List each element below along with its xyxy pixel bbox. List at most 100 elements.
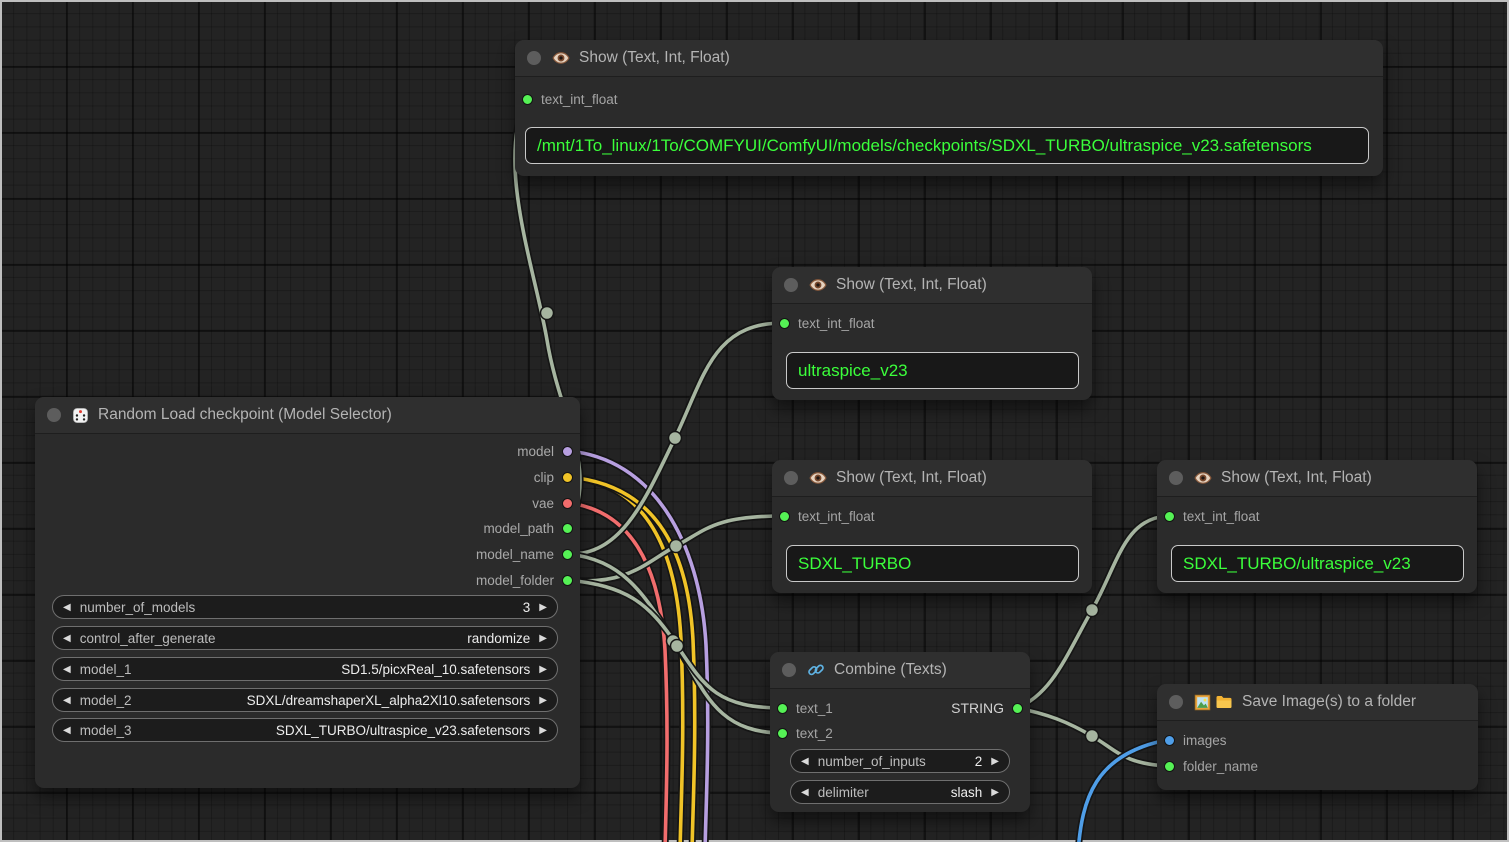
node-graph-canvas[interactable]: Show (Text, Int, Float) text_int_float /…: [0, 0, 1509, 842]
input-port-text-int-float: text_int_float: [522, 89, 618, 109]
output-dot[interactable]: [562, 575, 573, 586]
right-arrow-icon[interactable]: ▶: [539, 602, 547, 613]
eye-icon: [809, 469, 827, 487]
right-arrow-icon[interactable]: ▶: [539, 664, 547, 675]
input-dot[interactable]: [1164, 511, 1175, 522]
link-midpoint-dot[interactable]: [671, 640, 684, 653]
collapse-dot[interactable]: [1169, 695, 1183, 709]
right-arrow-icon[interactable]: ▶: [991, 787, 999, 798]
node-title: Show (Text, Int, Float): [836, 469, 987, 487]
show-value-box[interactable]: ultraspice_v23: [786, 352, 1079, 389]
input-dot[interactable]: [1164, 735, 1175, 746]
node-show-name-titlebar[interactable]: Show (Text, Int, Float): [772, 267, 1092, 304]
output-port-model-path: model_path: [483, 518, 573, 538]
widget-label: delimiter: [818, 785, 869, 800]
output-label: model: [517, 444, 554, 459]
link-midpoint-dot[interactable]: [1086, 730, 1099, 743]
widget-value: SDXL/dreamshaperXL_alpha2Xl10.safetensor…: [247, 693, 531, 708]
output-port-vae: vae: [532, 493, 573, 513]
output-dot[interactable]: [562, 549, 573, 560]
widget-control-after-generate[interactable]: ◀ control_after_generate randomize ▶: [52, 626, 558, 650]
show-value-text: SDXL_TURBO/ultraspice_v23: [1183, 554, 1411, 574]
show-value-box[interactable]: SDXL_TURBO: [786, 545, 1079, 582]
input-dot[interactable]: [777, 703, 788, 714]
output-dot[interactable]: [1012, 703, 1023, 714]
collapse-dot[interactable]: [47, 408, 61, 422]
collapse-dot[interactable]: [527, 51, 541, 65]
node-show-path[interactable]: Show (Text, Int, Float) text_int_float /…: [515, 40, 1383, 176]
node-title: Show (Text, Int, Float): [1221, 469, 1372, 487]
output-dot[interactable]: [562, 472, 573, 483]
output-dot[interactable]: [562, 498, 573, 509]
output-port-model-folder: model_folder: [476, 570, 573, 590]
input-dot[interactable]: [779, 318, 790, 329]
show-value-text: /mnt/1To_linux/1To/COMFYUI/ComfyUI/model…: [537, 136, 1312, 156]
node-title: Combine (Texts): [834, 661, 947, 679]
left-arrow-icon[interactable]: ◀: [63, 602, 71, 613]
right-arrow-icon[interactable]: ▶: [539, 695, 547, 706]
collapse-dot[interactable]: [782, 663, 796, 677]
node-show-path-titlebar[interactable]: Show (Text, Int, Float): [515, 40, 1383, 77]
node-title: Random Load checkpoint (Model Selector): [98, 406, 392, 424]
right-arrow-icon[interactable]: ▶: [539, 725, 547, 736]
show-value-box[interactable]: /mnt/1To_linux/1To/COMFYUI/ComfyUI/model…: [525, 127, 1369, 164]
widget-number-of-models[interactable]: ◀ number_of_models 3 ▶: [52, 595, 558, 619]
widget-value: randomize: [467, 631, 530, 646]
show-value-box[interactable]: SDXL_TURBO/ultraspice_v23: [1171, 545, 1464, 582]
eye-icon: [1194, 469, 1212, 487]
node-combine-titlebar[interactable]: Combine (Texts): [770, 652, 1030, 689]
node-save-image[interactable]: Save Image(s) to a folder images folder_…: [1157, 684, 1478, 790]
collapse-dot[interactable]: [784, 471, 798, 485]
node-show-combined-titlebar[interactable]: Show (Text, Int, Float): [1157, 460, 1477, 497]
input-port-text-2: text_2: [777, 723, 833, 743]
node-combine[interactable]: Combine (Texts) text_1 text_2 STRING ◀ n…: [770, 652, 1030, 812]
node-show-name[interactable]: Show (Text, Int, Float) text_int_float u…: [772, 267, 1092, 400]
left-arrow-icon[interactable]: ◀: [801, 756, 809, 767]
collapse-dot[interactable]: [1169, 471, 1183, 485]
input-port-text-int-float: text_int_float: [779, 506, 875, 526]
widget-model-3[interactable]: ◀ model_3 SDXL_TURBO/ultraspice_v23.safe…: [52, 718, 558, 742]
node-show-folder-titlebar[interactable]: Show (Text, Int, Float): [772, 460, 1092, 497]
eye-icon: [809, 276, 827, 294]
link-midpoint-dot[interactable]: [669, 432, 682, 445]
right-arrow-icon[interactable]: ▶: [539, 633, 547, 644]
input-dot[interactable]: [777, 728, 788, 739]
widget-label: number_of_inputs: [818, 754, 926, 769]
left-arrow-icon[interactable]: ◀: [63, 664, 71, 675]
node-show-combined[interactable]: Show (Text, Int, Float) text_int_float S…: [1157, 460, 1477, 593]
collapse-dot[interactable]: [784, 278, 798, 292]
widget-label: model_1: [80, 662, 132, 677]
link-images: [1078, 740, 1167, 842]
widget-model-1[interactable]: ◀ model_1 SD1.5/picxReal_10.safetensors …: [52, 657, 558, 681]
output-label: STRING: [951, 700, 1004, 716]
right-arrow-icon[interactable]: ▶: [991, 756, 999, 767]
input-label: text_1: [796, 701, 833, 716]
output-dot[interactable]: [562, 446, 573, 457]
output-label: model_path: [483, 521, 554, 536]
widget-value: SD1.5/picxReal_10.safetensors: [341, 662, 530, 677]
node-random-loader[interactable]: Random Load checkpoint (Model Selector) …: [35, 397, 580, 788]
widget-number-of-inputs[interactable]: ◀ number_of_inputs 2 ▶: [790, 749, 1010, 773]
node-random-loader-titlebar[interactable]: Random Load checkpoint (Model Selector): [35, 397, 580, 434]
output-dot[interactable]: [562, 523, 573, 534]
input-label: images: [1183, 733, 1227, 748]
left-arrow-icon[interactable]: ◀: [63, 695, 71, 706]
link-midpoint-dot[interactable]: [670, 540, 683, 553]
left-arrow-icon[interactable]: ◀: [63, 725, 71, 736]
input-dot[interactable]: [522, 94, 533, 105]
widget-label: number_of_models: [80, 600, 196, 615]
node-save-image-titlebar[interactable]: Save Image(s) to a folder: [1157, 684, 1478, 721]
input-dot[interactable]: [779, 511, 790, 522]
link-midpoint-dot[interactable]: [541, 307, 554, 320]
left-arrow-icon[interactable]: ◀: [801, 787, 809, 798]
node-show-folder[interactable]: Show (Text, Int, Float) text_int_float S…: [772, 460, 1092, 593]
link-midpoint-dot[interactable]: [1086, 604, 1099, 617]
output-port-model: model: [517, 441, 573, 461]
input-port-images: images: [1164, 730, 1227, 750]
widget-label: model_3: [80, 723, 132, 738]
input-label: folder_name: [1183, 759, 1258, 774]
widget-delimiter[interactable]: ◀ delimiter slash ▶: [790, 780, 1010, 804]
input-dot[interactable]: [1164, 761, 1175, 772]
widget-model-2[interactable]: ◀ model_2 SDXL/dreamshaperXL_alpha2Xl10.…: [52, 688, 558, 712]
left-arrow-icon[interactable]: ◀: [63, 633, 71, 644]
